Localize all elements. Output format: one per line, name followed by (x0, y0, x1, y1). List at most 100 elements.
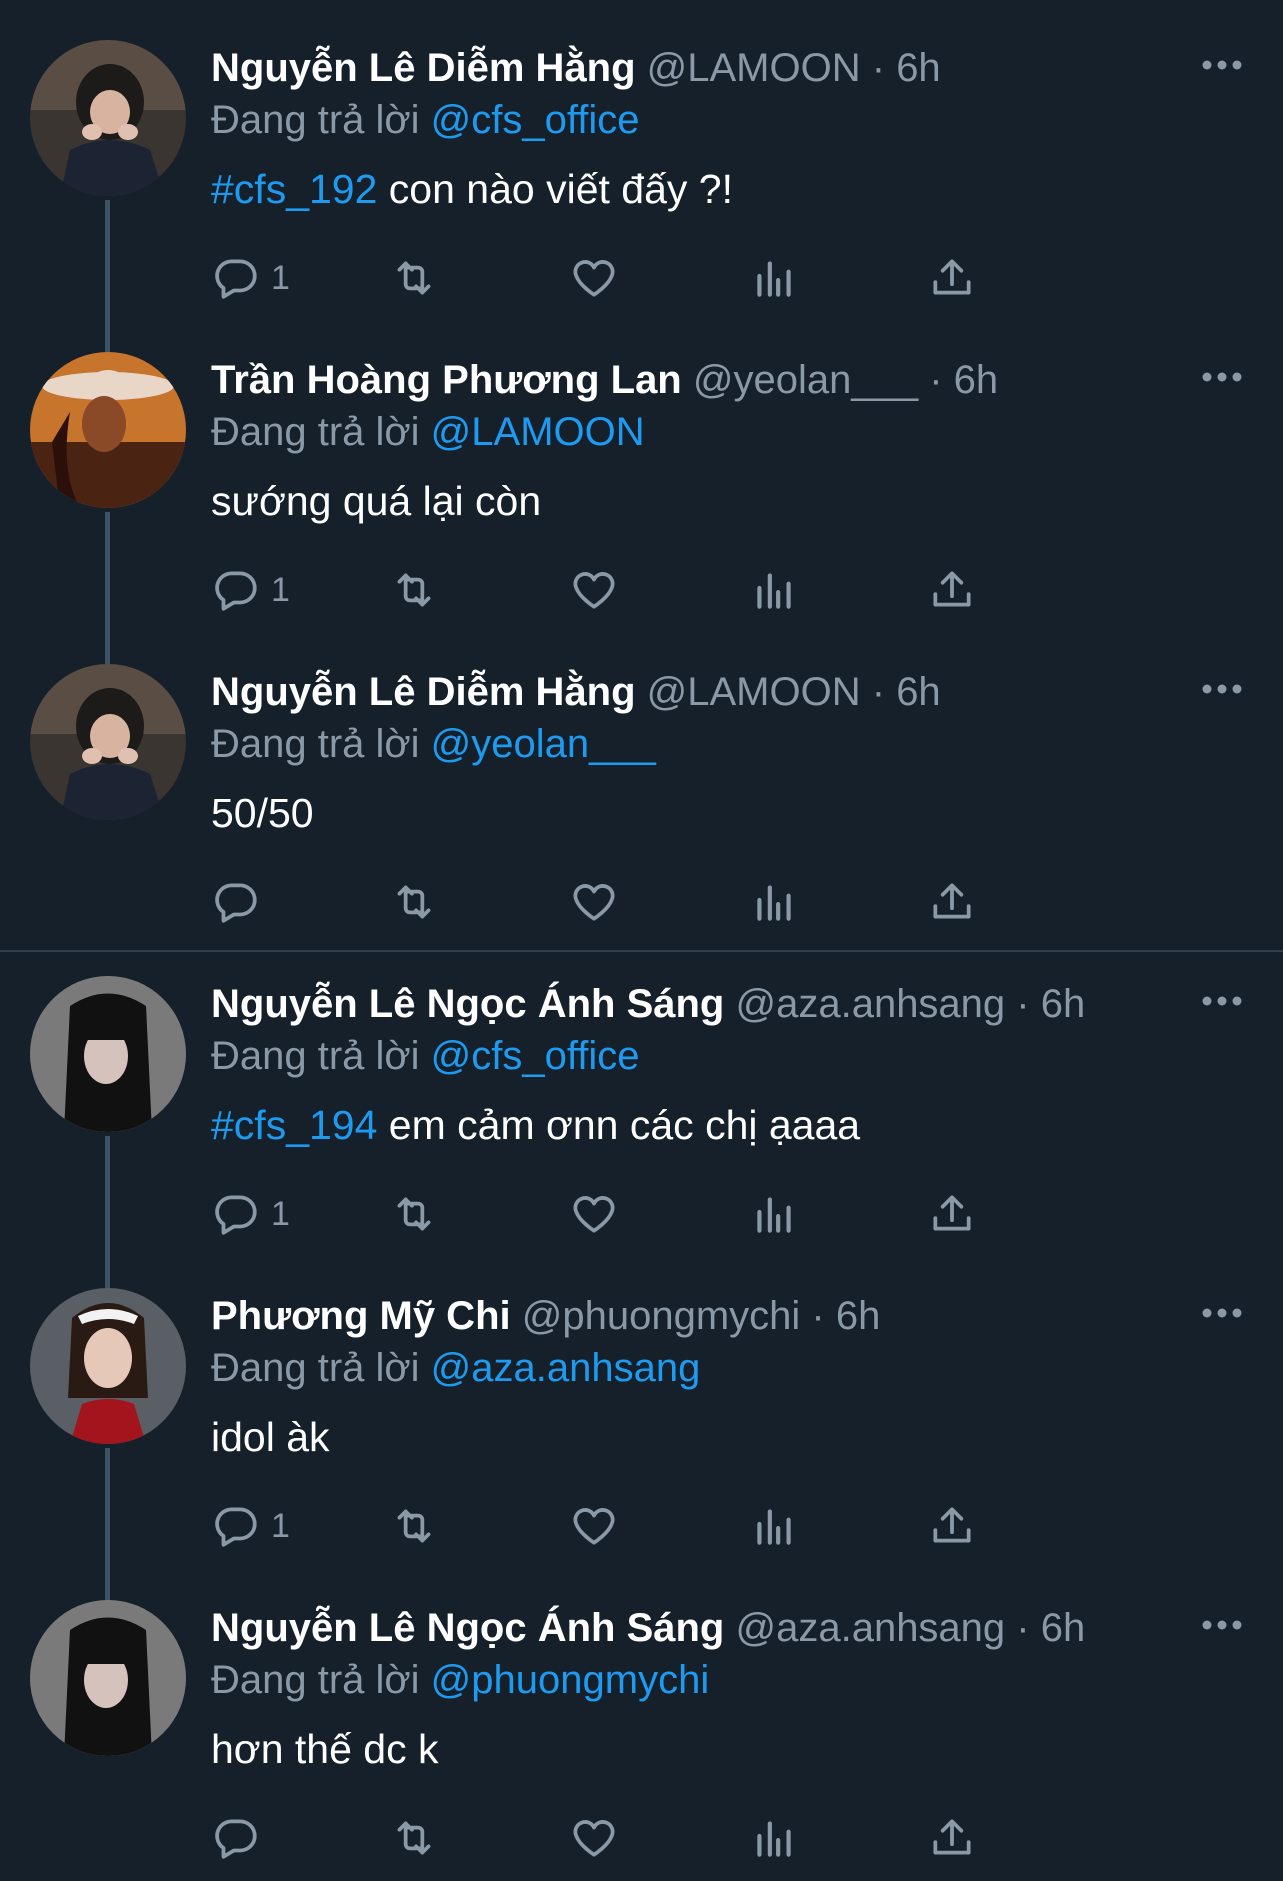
share-button[interactable] (927, 1810, 977, 1866)
retweet-button[interactable] (389, 250, 439, 306)
more-options-icon[interactable] (1200, 1610, 1244, 1640)
reply-button[interactable]: 1 (211, 250, 290, 306)
retweet-button[interactable] (389, 1810, 439, 1866)
reply-button[interactable]: 1 (211, 1186, 290, 1242)
display-name[interactable]: Phương Mỹ Chi (211, 1294, 511, 1338)
analytics-icon (757, 1509, 791, 1545)
reply-button[interactable]: 1 (211, 562, 290, 618)
reply-button[interactable]: 1 (211, 1498, 290, 1554)
views-button[interactable] (749, 250, 799, 306)
tweet[interactable]: Trần Hoàng Phương Lan @yeolan___ · 6h Đa… (0, 312, 1283, 664)
timestamp[interactable]: 6h (896, 670, 941, 714)
user-handle[interactable]: @LAMOON (647, 46, 861, 90)
heart-icon (573, 260, 615, 297)
retweet-icon (397, 1821, 431, 1855)
replying-to: Đang trả lời @cfs_office (211, 96, 640, 144)
like-button[interactable] (569, 1810, 619, 1866)
replying-mention[interactable]: @yeolan___ (431, 722, 656, 766)
timestamp[interactable]: 6h (1041, 982, 1086, 1026)
like-button[interactable] (569, 562, 619, 618)
replying-mention[interactable]: @cfs_office (431, 98, 640, 142)
share-button[interactable] (927, 1186, 977, 1242)
retweet-button[interactable] (389, 1498, 439, 1554)
retweet-icon (397, 573, 431, 607)
more-options-icon[interactable] (1200, 50, 1244, 80)
reply-button[interactable] (211, 874, 271, 930)
avatar[interactable] (30, 352, 186, 508)
retweet-icon (397, 885, 431, 919)
long-hair-bangs-avatar (30, 1600, 186, 1756)
analytics-icon (757, 1821, 791, 1857)
retweet-button[interactable] (389, 562, 439, 618)
timestamp[interactable]: 6h (896, 46, 941, 90)
tweet-text: hơn thế dc k (211, 1724, 438, 1774)
like-button[interactable] (569, 1498, 619, 1554)
analytics-icon (757, 1197, 791, 1233)
user-handle[interactable]: @aza.anhsang (735, 1606, 1005, 1650)
timestamp[interactable]: 6h (1041, 1606, 1086, 1650)
like-button[interactable] (569, 1186, 619, 1242)
share-button[interactable] (927, 874, 977, 930)
reply-button[interactable] (211, 1810, 271, 1866)
tweet[interactable]: Nguyễn Lê Ngọc Ánh Sáng @aza.anhsang · 6… (0, 936, 1283, 1288)
timestamp[interactable]: 6h (954, 358, 999, 402)
views-button[interactable] (749, 562, 799, 618)
separator-dot: · (929, 358, 943, 402)
replying-mention[interactable]: @phuongmychi (431, 1658, 710, 1702)
like-button[interactable] (569, 250, 619, 306)
share-button[interactable] (927, 562, 977, 618)
user-handle[interactable]: @aza.anhsang (735, 982, 1005, 1026)
tweet-actions: 1 (211, 250, 1131, 306)
display-name[interactable]: Nguyễn Lê Ngọc Ánh Sáng (211, 1606, 724, 1650)
tweet-actions (211, 874, 1131, 930)
avatar[interactable] (30, 1600, 186, 1756)
display-name[interactable]: Trần Hoàng Phương Lan (211, 358, 682, 402)
more-options-icon[interactable] (1200, 986, 1244, 1016)
tweet-text: #cfs_194 em cảm ơnn các chị ạaaa (211, 1100, 860, 1150)
replying-mention[interactable]: @aza.anhsang (431, 1346, 701, 1390)
reply-count: 1 (271, 570, 290, 609)
tweet[interactable]: Nguyễn Lê Diễm Hằng @LAMOON · 6h Đang tr… (0, 624, 1283, 936)
avatar[interactable] (30, 976, 186, 1132)
reply-icon (215, 1507, 257, 1547)
tweet-header: Nguyễn Lê Ngọc Ánh Sáng @aza.anhsang · 6… (211, 1604, 1085, 1652)
retweet-button[interactable] (389, 874, 439, 930)
replying-prefix: Đang trả lời (211, 98, 420, 142)
hashtag-link[interactable]: #cfs_194 (211, 1102, 377, 1148)
avatar[interactable] (30, 1288, 186, 1444)
tweet-header: Nguyễn Lê Diễm Hằng @LAMOON · 6h (211, 668, 941, 716)
replying-prefix: Đang trả lời (211, 1346, 420, 1390)
avatar[interactable] (30, 664, 186, 820)
replying-prefix: Đang trả lời (211, 410, 420, 454)
tweet-header: Trần Hoàng Phương Lan @yeolan___ · 6h (211, 356, 998, 404)
views-button[interactable] (749, 1186, 799, 1242)
more-options-icon[interactable] (1200, 1298, 1244, 1328)
more-options-icon[interactable] (1200, 674, 1244, 704)
display-name[interactable]: Nguyễn Lê Diễm Hằng (211, 670, 636, 714)
views-button[interactable] (749, 1498, 799, 1554)
display-name[interactable]: Nguyễn Lê Ngọc Ánh Sáng (211, 982, 724, 1026)
avatar[interactable] (30, 40, 186, 196)
hashtag-link[interactable]: #cfs_192 (211, 166, 377, 212)
retweet-button[interactable] (389, 1186, 439, 1242)
more-options-icon[interactable] (1200, 362, 1244, 392)
replying-mention[interactable]: @cfs_office (431, 1034, 640, 1078)
tweet[interactable]: Nguyễn Lê Ngọc Ánh Sáng @aza.anhsang · 6… (0, 1560, 1283, 1872)
user-handle[interactable]: @LAMOON (647, 670, 861, 714)
reply-icon (215, 883, 257, 923)
like-button[interactable] (569, 874, 619, 930)
timestamp[interactable]: 6h (836, 1294, 881, 1338)
tweet[interactable]: Nguyễn Lê Diễm Hằng @LAMOON · 6h Đang tr… (0, 0, 1283, 352)
display-name[interactable]: Nguyễn Lê Diễm Hằng (211, 46, 636, 90)
replying-mention[interactable]: @LAMOON (431, 410, 645, 454)
share-button[interactable] (927, 1498, 977, 1554)
views-button[interactable] (749, 874, 799, 930)
tweet-actions: 1 (211, 562, 1131, 618)
reply-count: 1 (271, 1506, 290, 1545)
views-button[interactable] (749, 1810, 799, 1866)
tweet[interactable]: Phương Mỹ Chi @phuongmychi · 6h Đang trả… (0, 1248, 1283, 1600)
share-button[interactable] (927, 250, 977, 306)
user-handle[interactable]: @yeolan___ (693, 358, 918, 402)
separator-dot: · (1016, 1606, 1030, 1650)
user-handle[interactable]: @phuongmychi (522, 1294, 801, 1338)
